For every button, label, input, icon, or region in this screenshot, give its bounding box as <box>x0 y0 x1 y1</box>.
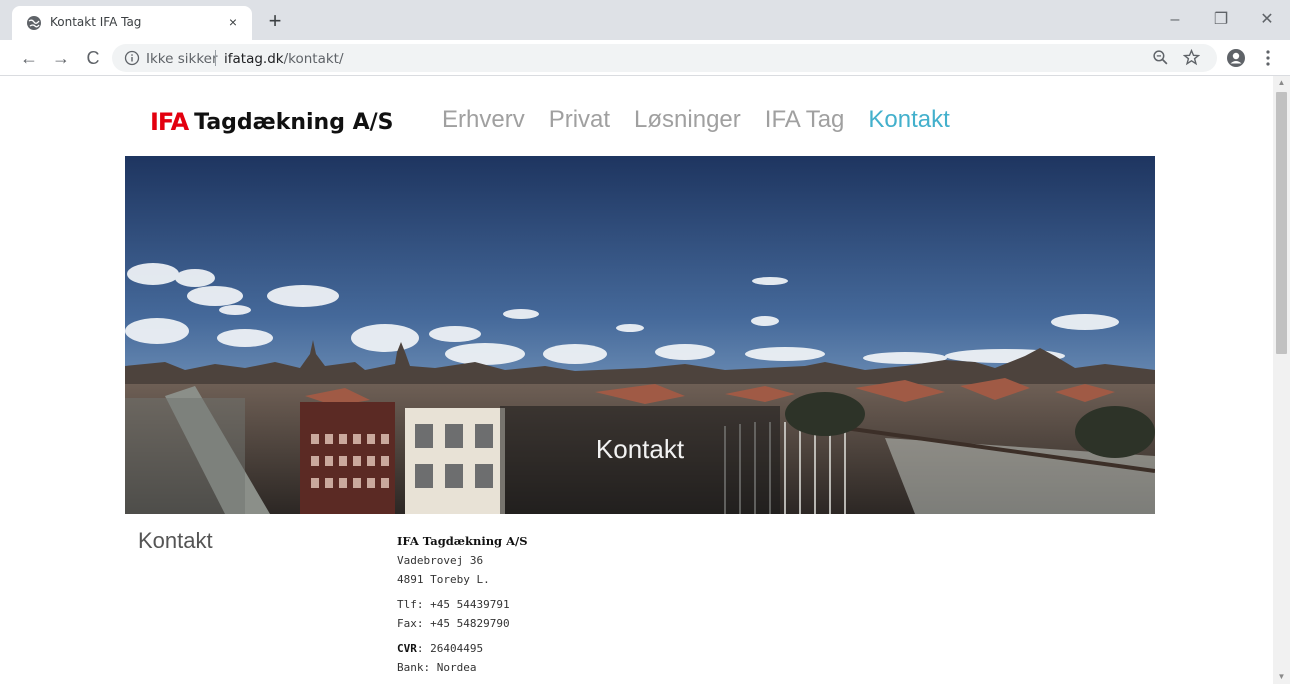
scrollbar[interactable]: ▲ ▼ <box>1273 76 1290 684</box>
tab-close-icon[interactable]: × <box>224 13 242 31</box>
logo-mark: IFA <box>150 108 189 136</box>
address-bar[interactable]: Ikke sikker ifatag.dk/kontakt/ <box>112 44 1217 72</box>
cvr: CVR: 26404495 <box>397 639 528 658</box>
star-icon[interactable] <box>1183 49 1200 66</box>
hero-banner: Kontakt <box>125 156 1155 514</box>
cvr-value: : 26404495 <box>416 642 484 655</box>
hero-title: Kontakt <box>595 434 685 464</box>
security-label[interactable]: Ikke sikker <box>146 51 218 67</box>
main-nav: Erhverv Privat Løsninger IFA Tag Kontakt <box>442 106 974 142</box>
nav-ifa-tag[interactable]: IFA Tag <box>765 106 845 133</box>
logo-name: Tagdækning A/S <box>194 109 394 135</box>
browser-toolbar: ← → C Ikke sikker ifatag.dk/kontakt/ <box>0 40 1290 76</box>
company-name: IFA Tagdækning A/S <box>397 534 528 548</box>
url-host: ifatag.dk <box>224 51 284 67</box>
address-line-1: Vadebrovej 36 <box>397 554 484 567</box>
zoom-icon[interactable] <box>1152 49 1169 66</box>
scrollbar-thumb[interactable] <box>1276 92 1287 354</box>
scroll-down-icon[interactable]: ▼ <box>1273 670 1290 684</box>
globe-icon <box>27 16 41 30</box>
site-logo[interactable]: IFA Tagdækning A/S <box>150 108 394 138</box>
section-title: Kontakt <box>138 528 213 553</box>
back-button[interactable]: ← <box>16 45 42 71</box>
minimize-button[interactable]: – <box>1152 0 1198 40</box>
url-text[interactable]: ifatag.dk/kontakt/ <box>224 51 344 67</box>
phone: Tlf: +45 54439791 <box>397 598 510 611</box>
address-line-2: 4891 Toreby L. <box>397 573 490 586</box>
bank: Bank: Nordea <box>397 661 477 674</box>
new-tab-button[interactable]: + <box>262 9 288 35</box>
browser-tab[interactable]: Kontakt IFA Tag × <box>12 6 252 40</box>
nav-losninger[interactable]: Løsninger <box>634 106 741 133</box>
forward-button[interactable]: → <box>48 45 74 71</box>
profile-icon[interactable] <box>1226 48 1246 68</box>
scroll-up-icon[interactable]: ▲ <box>1273 76 1290 90</box>
tab-strip: Kontakt IFA Tag × + – ❐ ✕ <box>0 0 1290 40</box>
url-path: /kontakt/ <box>283 51 344 67</box>
reload-button[interactable]: C <box>80 45 106 71</box>
nav-kontakt[interactable]: Kontakt <box>868 106 949 133</box>
nav-erhverv[interactable]: Erhverv <box>442 106 525 133</box>
address-separator <box>215 50 216 66</box>
tab-title: Kontakt IFA Tag <box>50 15 142 29</box>
cvr-label: CVR <box>397 642 417 655</box>
nav-privat[interactable]: Privat <box>549 106 610 133</box>
page-viewport: IFA Tagdækning A/S Erhverv Privat Løsninger… <box>0 76 1273 684</box>
close-window-button[interactable]: ✕ <box>1244 0 1290 40</box>
fax: Fax: +45 54829790 <box>397 617 510 630</box>
menu-icon[interactable] <box>1260 49 1276 67</box>
contact-info: IFA Tagdækning A/S Vadebrovej 36 4891 To… <box>397 532 528 677</box>
info-icon[interactable] <box>124 50 140 66</box>
restore-button[interactable]: ❐ <box>1198 0 1244 40</box>
